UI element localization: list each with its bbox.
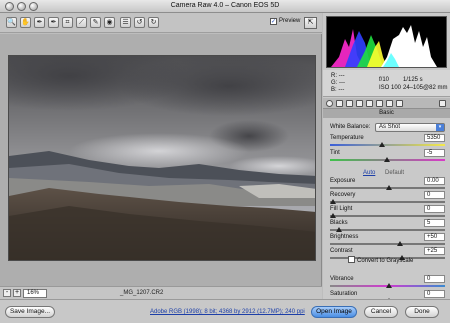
open-image-button[interactable]: Open Image [311, 306, 357, 318]
auto-default-row: Auto Default [363, 170, 404, 176]
rotate-right-icon[interactable]: ↻ [148, 17, 159, 28]
tab-detail-icon[interactable] [346, 100, 353, 107]
preview-label: Preview [279, 18, 301, 24]
red-eye-tool-icon[interactable]: ◉ [104, 17, 115, 28]
photo-preview[interactable] [8, 55, 316, 261]
done-button[interactable]: Done [405, 306, 439, 318]
histogram [326, 16, 447, 68]
toolbar: 🔍 ✋ ✒ ✒ ⌗ ⟋ ✎ ◉ ☰ ↺ ↻ ✓ Preview ⇱ [0, 13, 322, 33]
histogram-graph [331, 25, 437, 67]
status-bar: - + 16% _MG_1207.CR2 [0, 286, 322, 299]
zoom-in-button[interactable]: + [13, 289, 21, 297]
slider-label: Recovery [330, 192, 356, 198]
crop-tool-icon[interactable]: ⌗ [62, 17, 73, 28]
grayscale-label: Convert to Grayscale [357, 258, 414, 264]
slider-value-field[interactable]: +50 [424, 233, 445, 241]
green-readout: G: --- [331, 80, 345, 86]
shutter-readout: 1/125 s [403, 77, 423, 83]
slider-track[interactable] [330, 215, 445, 217]
slider-track[interactable] [330, 144, 445, 146]
color-sampler-tool-icon[interactable]: ✒ [48, 17, 59, 28]
zoom-level-select[interactable]: 16% [23, 289, 47, 298]
tab-basic-icon[interactable] [326, 100, 333, 107]
slider-thumb[interactable] [335, 227, 342, 232]
title-bar: Camera Raw 4.0 – Canon EOS 5D [0, 0, 450, 13]
white-balance-select[interactable]: As Shot ▾ [375, 123, 445, 132]
panel-tabs [323, 98, 450, 109]
grayscale-checkbox[interactable] [348, 256, 355, 263]
straighten-tool-icon[interactable]: ⟋ [76, 17, 87, 28]
rotate-left-icon[interactable]: ↺ [134, 17, 145, 28]
zoom-out-button[interactable]: - [3, 289, 11, 297]
bottom-bar: Save Image... Adobe RGB (1998); 8 bit; 4… [0, 299, 450, 323]
slider-track[interactable] [330, 243, 445, 245]
retouch-tool-icon[interactable]: ✎ [90, 17, 101, 28]
tab-camera-calibration-icon[interactable] [386, 100, 393, 107]
slider-label: Brightness [330, 234, 359, 240]
iso-readout: ISO 100 [379, 85, 402, 91]
panel-title: Basic [323, 109, 450, 118]
tab-split-toning-icon[interactable] [366, 100, 373, 107]
aperture-readout: f/10 [379, 77, 390, 83]
image-canvas[interactable] [0, 34, 322, 286]
tab-tone-curve-icon[interactable] [336, 100, 343, 107]
slider-value-field[interactable]: 0 [424, 205, 445, 213]
workflow-options-link[interactable]: Adobe RGB (1998); 8 bit; 4368 by 2912 (1… [150, 309, 305, 315]
fullscreen-button[interactable]: ⇱ [304, 17, 317, 29]
tab-hsl-icon[interactable] [356, 100, 363, 107]
slider-label: Contrast [330, 248, 353, 254]
default-link[interactable]: Default [385, 170, 404, 176]
file-name: _MG_1207.CR2 [120, 290, 164, 296]
preferences-icon[interactable]: ☰ [120, 17, 131, 28]
tab-presets-icon[interactable] [396, 100, 403, 107]
slider-thumb[interactable] [383, 157, 390, 162]
slider-thumb[interactable] [330, 199, 336, 204]
cancel-button[interactable]: Cancel [364, 306, 398, 318]
hand-tool-icon[interactable]: ✋ [20, 17, 31, 28]
slider-thumb[interactable] [330, 213, 336, 218]
slider-label: Fill Light [330, 206, 353, 212]
blue-readout: B: --- [331, 87, 345, 93]
window-title: Camera Raw 4.0 – Canon EOS 5D [170, 2, 280, 9]
white-balance-tool-icon[interactable]: ✒ [34, 17, 45, 28]
white-balance-label: White Balance: [330, 124, 371, 130]
landscape-image [9, 56, 315, 260]
slider-thumb[interactable] [397, 241, 404, 246]
white-balance-value: As Shot [379, 124, 401, 130]
lens-readout: 24–105@82 mm [403, 85, 448, 91]
slider-label: Blacks [330, 220, 348, 226]
slider-value-field[interactable]: 0.00 [424, 177, 445, 185]
tab-lens-icon[interactable] [376, 100, 383, 107]
slider-label: Vibrance [330, 276, 354, 282]
chevron-down-icon: ▾ [436, 124, 444, 131]
save-image-button[interactable]: Save Image... [5, 306, 55, 318]
slider-value-field[interactable]: 0 [424, 290, 445, 298]
grayscale-checkbox-wrap: Convert to Grayscale [348, 256, 413, 264]
slider-thumb[interactable] [386, 283, 392, 288]
auto-link[interactable]: Auto [363, 170, 375, 176]
preview-check-icon[interactable]: ✓ [270, 18, 277, 25]
pixel-info: R: --- G: --- B: --- f/10 1/125 s ISO 10… [323, 70, 450, 97]
red-readout: R: --- [331, 73, 345, 79]
slider-track[interactable] [330, 229, 445, 231]
slider-label: Exposure [330, 178, 356, 184]
slider-value-field[interactable]: 0 [424, 191, 445, 199]
slider-value-field[interactable]: 5 [424, 219, 445, 227]
preview-checkbox[interactable]: ✓ Preview [270, 18, 300, 25]
zoom-tool-icon[interactable]: 🔍 [6, 17, 17, 28]
slider-value-field[interactable]: 5350 [424, 134, 445, 142]
panel-menu-icon[interactable] [439, 100, 446, 107]
slider-label: Temperature [330, 135, 364, 141]
slider-track[interactable] [330, 201, 445, 203]
slider-thumb[interactable] [386, 185, 392, 190]
slider-value-field[interactable]: -5 [424, 149, 445, 157]
slider-thumb[interactable] [379, 142, 386, 147]
slider-label: Tint [330, 150, 340, 156]
slider-label: Saturation [330, 291, 358, 297]
slider-value-field[interactable]: 0 [424, 275, 445, 283]
slider-value-field[interactable]: +25 [424, 247, 445, 255]
right-panel: R: --- G: --- B: --- f/10 1/125 s ISO 10… [323, 13, 450, 303]
